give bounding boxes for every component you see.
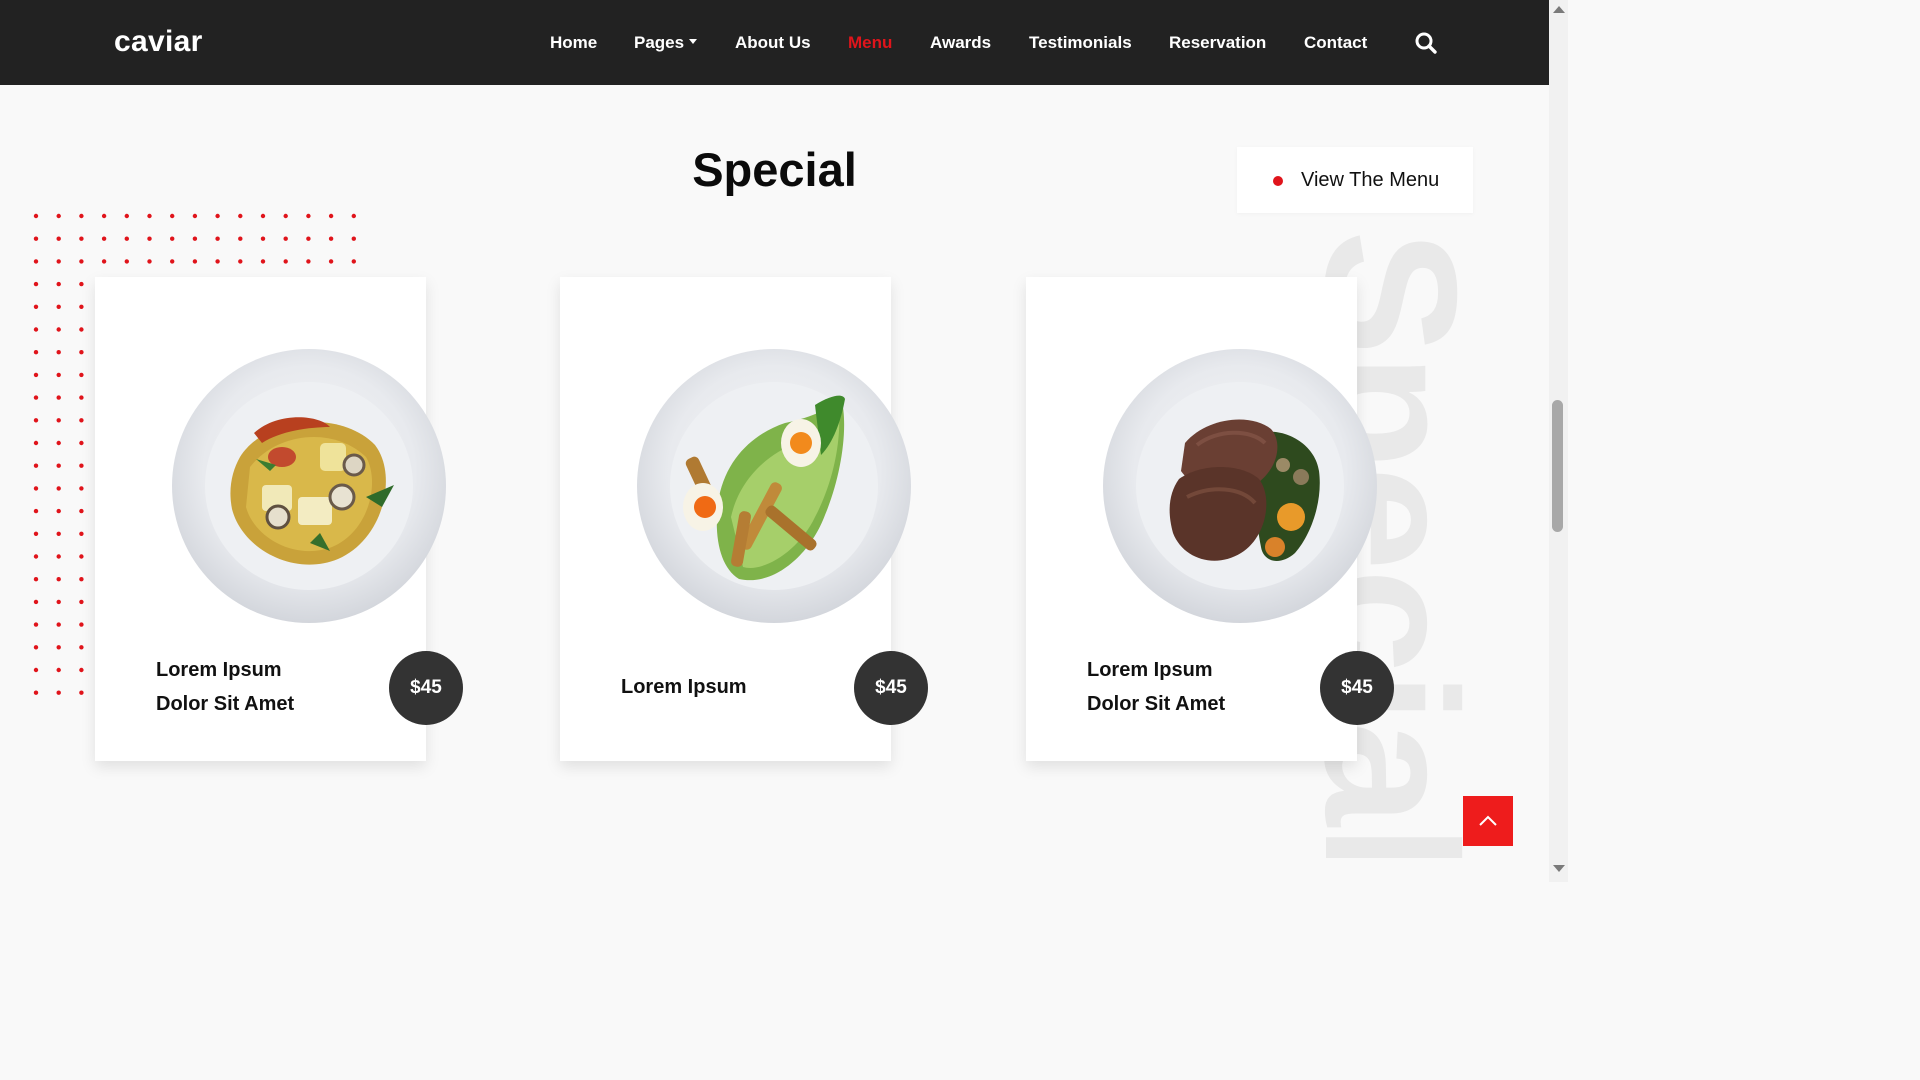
dish-name-line2: Dolor Sit Amet	[1087, 693, 1226, 715]
nav-item-pages-label: Pages	[634, 33, 685, 52]
dish-name: Lorem Ipsum	[156, 659, 282, 681]
menu-card[interactable]: Lorem Ipsum $45	[560, 277, 928, 761]
back-to-top-button[interactable]	[1463, 796, 1513, 846]
search-button[interactable]	[1414, 31, 1438, 55]
dish-name: Lorem Ipsum	[1087, 659, 1213, 681]
nav-item-menu[interactable]: Menu	[848, 31, 892, 55]
price-badge: $45	[389, 651, 463, 725]
page-scrollbar[interactable]	[1549, 0, 1568, 882]
scroll-down-arrow-icon[interactable]	[1553, 865, 1565, 872]
scroll-up-arrow-icon[interactable]	[1553, 6, 1565, 13]
view-the-menu-button[interactable]: View The Menu	[1237, 147, 1473, 213]
caesar-salad-dish-image	[637, 349, 911, 623]
nav-item-reservation[interactable]: Reservation	[1169, 31, 1266, 55]
dish-name-line2: Dolor Sit Amet	[156, 693, 295, 715]
top-navbar: caviar Home Pages About Us Menu Awards T…	[0, 0, 1549, 85]
seafood-stew-dish-image	[172, 349, 446, 623]
steak-with-greens-dish-image	[1103, 349, 1377, 623]
scrollbar-thumb[interactable]	[1552, 400, 1563, 532]
view-the-menu-label: View The Menu	[1301, 169, 1440, 191]
nav-item-pages[interactable]: Pages	[634, 31, 698, 55]
price-badge: $45	[1320, 651, 1394, 725]
nav-item-testimonials[interactable]: Testimonials	[1029, 31, 1132, 55]
menu-card[interactable]: Lorem Ipsum Dolor Sit Amet $45	[1026, 277, 1394, 761]
nav-item-home[interactable]: Home	[550, 31, 597, 55]
brand-logo[interactable]: caviar	[114, 24, 203, 60]
nav-item-about-us[interactable]: About Us	[735, 31, 811, 55]
nav-item-contact[interactable]: Contact	[1304, 31, 1367, 55]
menu-card[interactable]: Lorem Ipsum Dolor Sit Amet $45	[95, 277, 463, 761]
price-badge: $45	[854, 651, 928, 725]
chevron-up-icon	[1479, 815, 1497, 826]
search-icon	[1415, 32, 1437, 54]
caret-down-icon	[689, 39, 698, 44]
dish-name: Lorem Ipsum	[621, 676, 747, 698]
nav-item-awards[interactable]: Awards	[930, 31, 991, 55]
red-dot-icon	[1273, 176, 1283, 186]
